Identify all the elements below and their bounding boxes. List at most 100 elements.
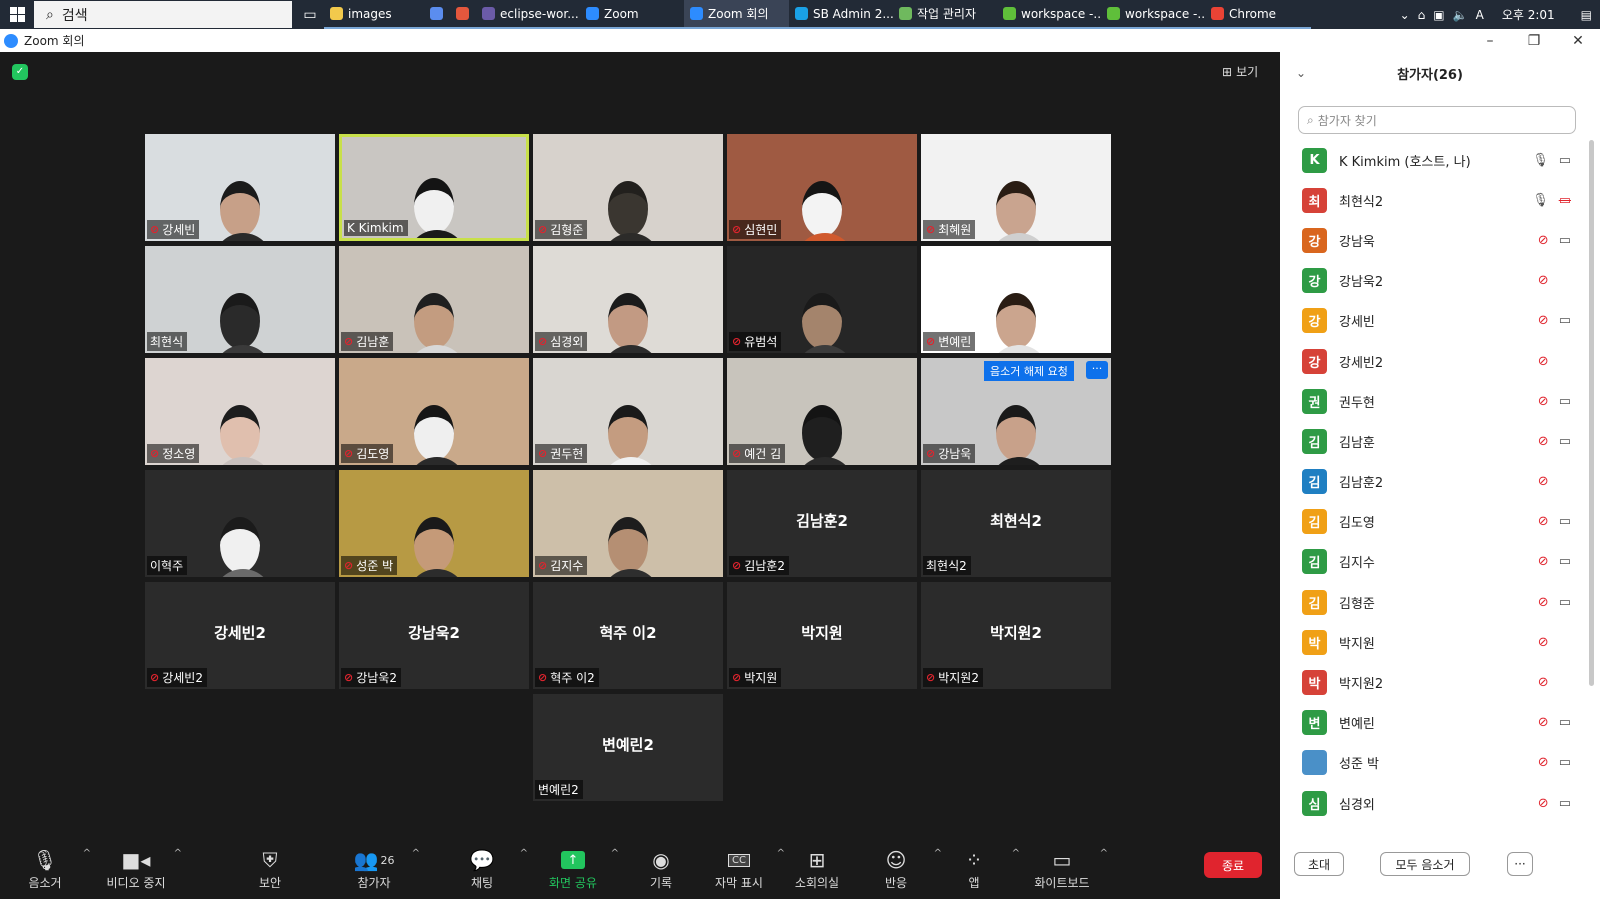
task-view-icon[interactable]: ▭ [296,0,324,29]
taskbar-app-10[interactable]: Chrome [1205,0,1311,29]
apps-button[interactable]: ⁘ 앱 ^ [934,842,1020,891]
video-tile[interactable]: K Kimkim [339,134,529,241]
whiteboard-options-caret-icon[interactable]: ^ [1100,848,1108,859]
minimize-icon[interactable]: – [1468,33,1512,49]
taskbar-app-9[interactable]: workspace -... [1101,0,1205,29]
participant-row[interactable]: 김 김도영 ⊘ ▭ [1280,502,1585,542]
share-options-caret-icon[interactable]: ^ [611,848,619,859]
video-tile[interactable]: ⊘ 예건 김 [727,358,917,465]
video-options-caret-icon[interactable]: ^ [174,848,182,859]
video-tile[interactable]: 변예린2 변예린2 [533,694,723,801]
chevron-up-icon[interactable]: ⌄ [1400,8,1410,22]
security-shield-icon[interactable]: ✓ [12,64,28,80]
participant-row[interactable]: 강 강남욱 ⊘ ▭ [1280,220,1585,260]
participant-row[interactable]: 강 강세빈 ⊘ ▭ [1280,301,1585,341]
share-screen-button[interactable]: ↑ 화면 공유 ^ [533,842,619,891]
taskbar-app-1[interactable] [424,0,450,29]
taskbar-app-5[interactable]: Zoom 회의 [684,0,789,29]
video-tile[interactable]: 박지원2 ⊘ 박지원2 [921,582,1111,689]
mute-options-caret-icon[interactable]: ^ [83,848,91,859]
video-tile[interactable]: 강세빈2 ⊘ 강세빈2 [145,582,335,689]
invite-button[interactable]: 초대 [1294,852,1344,876]
participant-row[interactable]: 박 박지원 ⊘▭ [1280,622,1585,662]
breakout-rooms-button[interactable]: ⊞ 소회의실 [777,842,857,891]
security-button[interactable]: ⛨ 보안 [230,842,310,891]
video-tile[interactable]: 강남욱2 ⊘ 강남욱2 [339,582,529,689]
video-tile[interactable]: ⊘ 심경외 [533,246,723,353]
video-tile[interactable]: ⊘ 강세빈 [145,134,335,241]
usb-icon[interactable]: ⌂ [1418,8,1426,22]
video-tile[interactable]: ⊘ 김형준 [533,134,723,241]
participant-search-input[interactable]: ⌕ 참가자 찾기 [1298,106,1576,134]
participant-row[interactable]: 심 심경외 ⊘ ▭ [1280,783,1585,823]
reactions-button[interactable]: ☺ 반응 ^ [856,842,942,891]
chat-options-caret-icon[interactable]: ^ [520,848,528,859]
chat-button[interactable]: 💬 채팅 ^ [442,842,528,891]
video-tile[interactable]: ⊘ 김남훈 [339,246,529,353]
captions-button[interactable]: CC 자막 표시 ^ [699,842,785,891]
participant-row[interactable]: 최 최현식2 🎙 ▭ [1280,180,1585,220]
apps-options-caret-icon[interactable]: ^ [1012,848,1020,859]
video-tile[interactable]: ⊘ 성준 박 [339,470,529,577]
mute-all-button[interactable]: 모두 음소거 [1380,852,1470,876]
video-tile[interactable]: ⊘ 김도영 [339,358,529,465]
video-tile[interactable]: 최현식2 최현식2 [921,470,1111,577]
taskbar-app-6[interactable]: SB Admin 2... [789,0,893,29]
notification-icon[interactable]: ▤ [1581,8,1592,22]
tile-display-name: 강세빈2 [214,624,266,642]
stop-video-button[interactable]: ■◂ 비디오 중지 ^ [96,842,182,891]
video-tile[interactable]: ⊘ 김지수 [533,470,723,577]
ask-to-unmute-button[interactable]: 음소거 해제 요청 [984,361,1074,381]
video-tile[interactable]: ⊘ 정소영 [145,358,335,465]
mute-button[interactable]: 🎙 음소거 ^ [5,842,91,891]
view-button[interactable]: ⊞ 보기 [1222,63,1258,80]
taskbar-app-8[interactable]: workspace -... [997,0,1101,29]
video-tile[interactable]: 이혁주 [145,470,335,577]
end-meeting-button[interactable]: 종료 [1204,852,1262,878]
tile-name: 최현식2 [926,559,967,573]
participant-row[interactable]: 강 강남욱2 ⊘▭ [1280,261,1585,301]
participant-list-scrollbar[interactable] [1589,140,1594,686]
taskbar-app-3[interactable]: eclipse-wor... [476,0,580,29]
video-tile[interactable]: ⊘ 유범석 [727,246,917,353]
participant-row[interactable]: 김 김남훈2 ⊘▭ [1280,462,1585,502]
participant-row[interactable]: KK Kimkim (호스트, 나) 🎙 ▭ [1280,140,1585,180]
participant-row[interactable]: 김 김지수 ⊘ ▭ [1280,542,1585,582]
taskbar-app-0[interactable]: images [324,0,424,29]
video-tile[interactable]: ⊘ 권두현 [533,358,723,465]
video-tile[interactable]: ⊘ 변예린 [921,246,1111,353]
participants-options-caret-icon[interactable]: ^ [412,848,420,859]
more-options-button[interactable]: ··· [1507,852,1533,876]
clock[interactable]: 오후 2:01 [1502,6,1555,23]
muted-mic-icon: ⊘ [732,671,742,684]
participant-row[interactable]: 김 김형준 ⊘ ▭ [1280,582,1585,622]
taskbar-app-2[interactable] [450,0,476,29]
participants-button[interactable]: 👥 26 참가자 ^ [334,842,420,891]
video-tile[interactable]: ⊘ 심현민 [727,134,917,241]
volume-icon[interactable]: 🔈 [1453,8,1468,22]
restore-icon[interactable]: ❐ [1512,33,1556,49]
participant-row[interactable]: 박 박지원2 ⊘▭ [1280,662,1585,702]
participant-row[interactable]: 변 변예린 ⊘ ▭ [1280,703,1585,743]
close-icon[interactable]: ✕ [1556,33,1600,49]
participant-row[interactable]: 강 강세빈2 ⊘▭ [1280,341,1585,381]
taskbar-app-4[interactable]: Zoom [580,0,684,29]
participant-row[interactable]: 권 권두현 ⊘ ▭ [1280,381,1585,421]
video-tile[interactable]: ⊘ 강남욱 음소거 해제 요청 ··· [921,358,1111,465]
video-tile[interactable]: 최현식 [145,246,335,353]
taskbar-search-box[interactable]: ⌕ 검색 [34,1,292,28]
participant-row[interactable]: 성준 박 ⊘ ▭ [1280,743,1585,783]
tile-more-options-button[interactable]: ··· [1086,361,1108,379]
windows-start-button[interactable] [0,0,34,29]
taskbar-app-7[interactable]: 작업 관리자 [893,0,997,29]
video-tile[interactable]: 혁주 이2 ⊘ 혁주 이2 [533,582,723,689]
whiteboard-button[interactable]: ▭ 화이트보드 ^ [1022,842,1108,891]
video-tile[interactable]: 김남훈2 ⊘ 김남훈2 [727,470,917,577]
network-icon[interactable]: ▣ [1433,8,1444,22]
ime-indicator[interactable]: A [1476,8,1484,22]
record-button[interactable]: ◉ 기록 [621,842,701,891]
participant-row[interactable]: 김 김남훈 ⊘ ▭ [1280,421,1585,461]
tile-name-label: 최현식2 [923,556,971,575]
video-tile[interactable]: 박지원 ⊘ 박지원 [727,582,917,689]
video-tile[interactable]: ⊘ 최혜원 [921,134,1111,241]
